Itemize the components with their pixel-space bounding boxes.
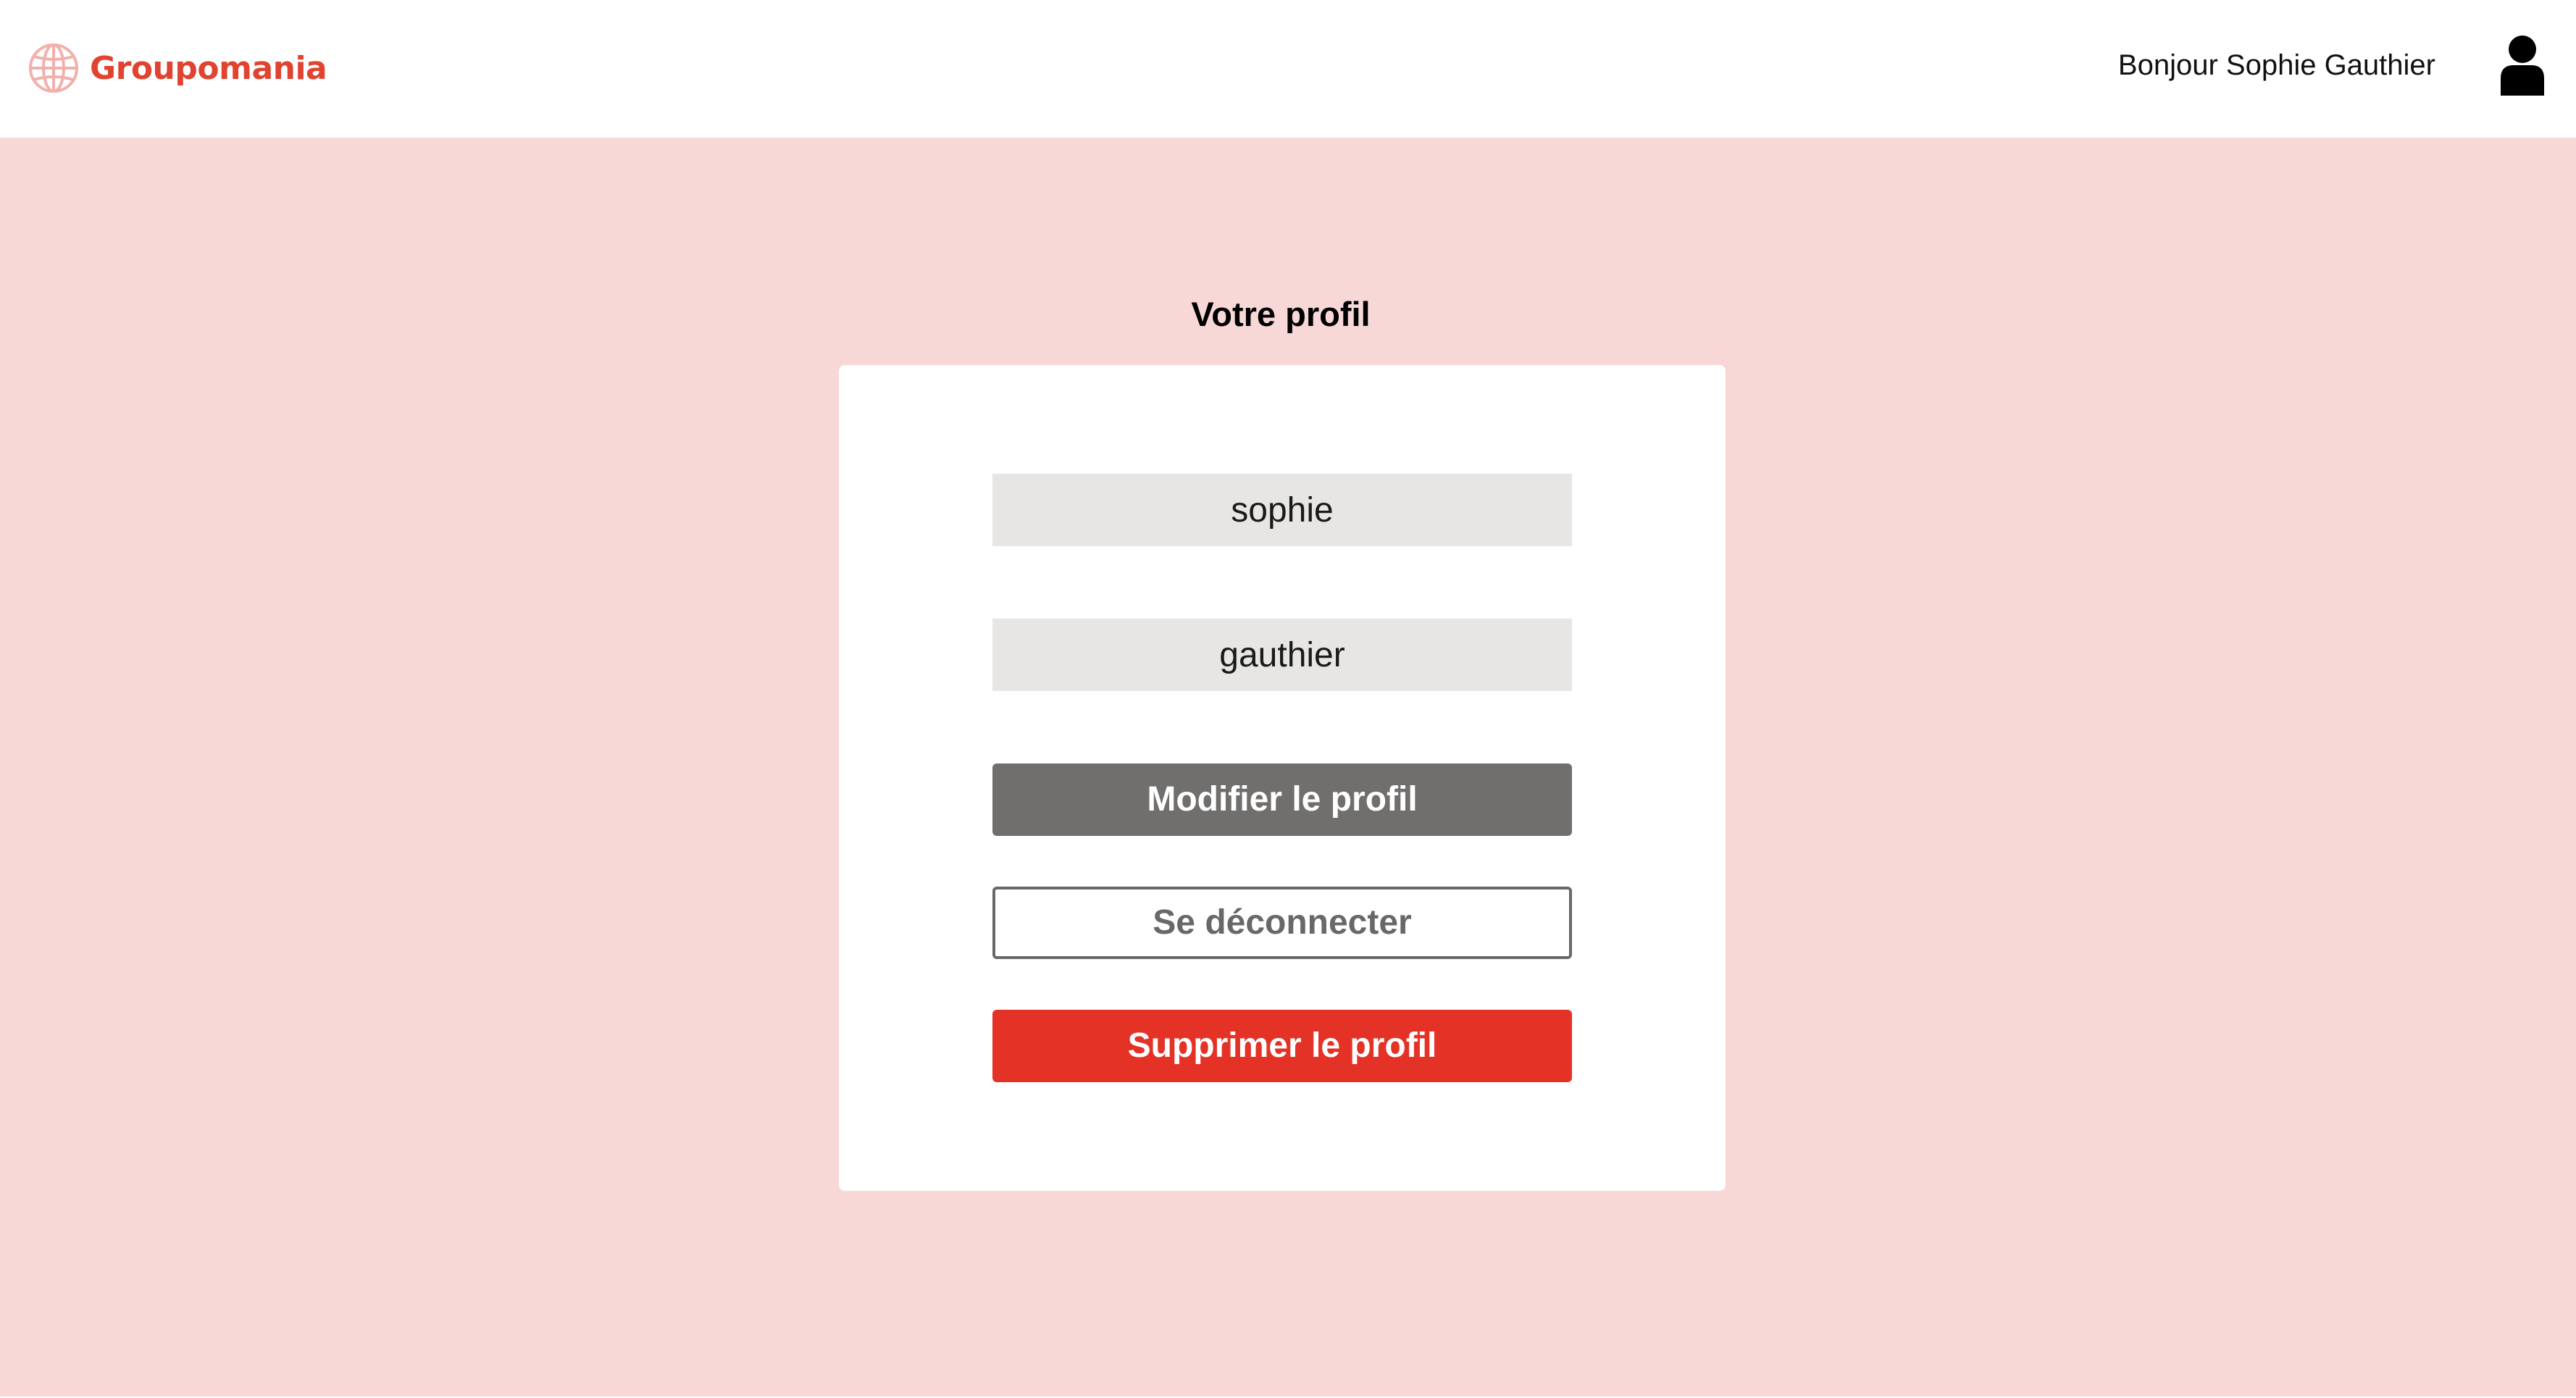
edit-profile-button[interactable]: Modifier le profil — [992, 763, 1572, 836]
delete-profile-button[interactable]: Supprimer le profil — [992, 1010, 1572, 1082]
top-header: Groupomania Bonjour Sophie Gauthier — [0, 0, 2576, 138]
brand-logo[interactable]: Groupomania — [28, 41, 327, 96]
profile-card: Modifier le profil Se déconnecter Suppri… — [839, 365, 1726, 1191]
user-avatar-button[interactable] — [2498, 35, 2547, 96]
user-greeting: Bonjour Sophie Gauthier — [2117, 49, 2435, 81]
user-icon — [2498, 35, 2547, 96]
brand-name: Groupomania — [90, 49, 327, 87]
logout-button[interactable]: Se déconnecter — [992, 887, 1572, 959]
first-name-field[interactable] — [992, 474, 1572, 546]
last-name-field[interactable] — [992, 619, 1572, 691]
page-title: Votre profil — [1191, 295, 1371, 333]
globe-icon — [28, 42, 80, 94]
